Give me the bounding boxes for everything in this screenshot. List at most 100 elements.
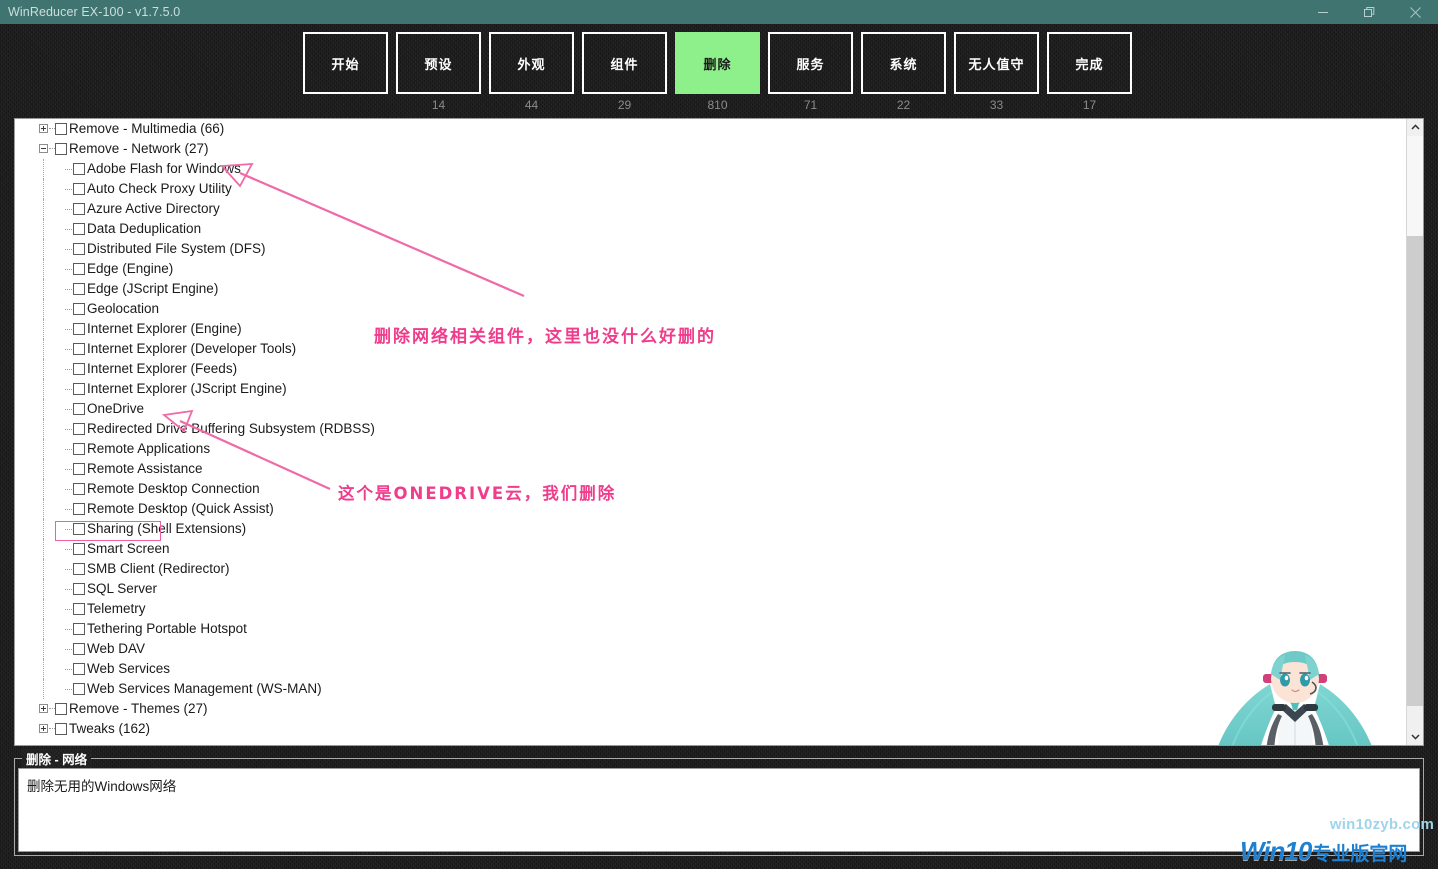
scrollbar-track-upper[interactable] [1407, 136, 1423, 236]
tree-row[interactable]: Adobe Flash for Windows [15, 159, 1408, 179]
tree-row[interactable]: Redirected Drive Buffering Subsystem (RD… [15, 419, 1408, 439]
tab-1[interactable]: 开始 [303, 32, 388, 94]
row-checkbox[interactable] [73, 523, 85, 535]
tree-connector [65, 589, 72, 591]
tree-row[interactable]: Smart Screen [15, 539, 1408, 559]
tree-connector [43, 539, 44, 559]
tree-connector [43, 339, 44, 359]
row-checkbox[interactable] [55, 143, 67, 155]
row-checkbox[interactable] [73, 363, 85, 375]
tab-3[interactable]: 外观 [489, 32, 574, 94]
row-label: Geolocation [15, 299, 159, 319]
row-checkbox[interactable] [73, 643, 85, 655]
row-checkbox[interactable] [73, 303, 85, 315]
tree-scroll-area[interactable]: Remove - Multimedia (66)Remove - Network… [15, 119, 1408, 745]
row-label: Internet Explorer (Feeds) [15, 359, 237, 379]
row-checkbox[interactable] [73, 483, 85, 495]
tree-row[interactable]: SMB Client (Redirector) [15, 559, 1408, 579]
row-label: Web Services Management (WS-MAN) [15, 679, 322, 699]
tree-row[interactable]: Internet Explorer (JScript Engine) [15, 379, 1408, 399]
row-checkbox[interactable] [73, 263, 85, 275]
row-checkbox[interactable] [73, 423, 85, 435]
description-textbox[interactable]: 删除无用的Windows网络 [18, 768, 1420, 852]
expand-icon[interactable] [39, 704, 48, 713]
tree-row[interactable]: Remote Desktop (Quick Assist) [15, 499, 1408, 519]
row-checkbox[interactable] [73, 183, 85, 195]
row-checkbox[interactable] [73, 563, 85, 575]
tree-row[interactable]: Data Deduplication [15, 219, 1408, 239]
tree-row[interactable]: Tweaks (162) [15, 719, 1408, 739]
row-checkbox[interactable] [73, 663, 85, 675]
tree-row[interactable]: Geolocation [15, 299, 1408, 319]
scrollbar-up-button[interactable] [1407, 119, 1423, 136]
tab-5[interactable]: 删除 [675, 32, 760, 94]
tree-row[interactable]: Web Services Management (WS-MAN) [15, 679, 1408, 699]
row-checkbox[interactable] [73, 403, 85, 415]
row-checkbox[interactable] [73, 343, 85, 355]
tree-row[interactable]: Web DAV [15, 639, 1408, 659]
tab-8[interactable]: 无人值守 [954, 32, 1039, 94]
tree-row[interactable]: Telemetry [15, 599, 1408, 619]
row-label: Edge (JScript Engine) [15, 279, 218, 299]
tree-vertical-scrollbar[interactable] [1406, 119, 1423, 745]
tree-row[interactable]: Web Services [15, 659, 1408, 679]
row-checkbox[interactable] [73, 243, 85, 255]
restore-icon [1363, 6, 1376, 19]
row-label: Internet Explorer (Developer Tools) [15, 339, 296, 359]
row-checkbox[interactable] [73, 503, 85, 515]
row-checkbox[interactable] [73, 283, 85, 295]
row-checkbox[interactable] [73, 463, 85, 475]
row-checkbox[interactable] [55, 123, 67, 135]
scrollbar-down-button[interactable] [1407, 728, 1423, 745]
tree-row[interactable]: Internet Explorer (Feeds) [15, 359, 1408, 379]
tree-row[interactable]: Remote Desktop Connection [15, 479, 1408, 499]
close-button[interactable] [1392, 0, 1438, 24]
tree-connector [43, 619, 44, 639]
tree-row[interactable]: Azure Active Directory [15, 199, 1408, 219]
tree-row[interactable]: SQL Server [15, 579, 1408, 599]
tree-row[interactable]: Edge (JScript Engine) [15, 279, 1408, 299]
tab-7[interactable]: 系统 [861, 32, 946, 94]
tree-row[interactable]: Remove - Network (27) [15, 139, 1408, 159]
tree-connector [65, 449, 72, 451]
row-checkbox[interactable] [73, 543, 85, 555]
tree-row[interactable]: OneDrive [15, 399, 1408, 419]
collapse-icon[interactable] [39, 144, 48, 153]
tree-row[interactable]: Remove - Multimedia (66) [15, 119, 1408, 139]
tree-row[interactable]: Remote Assistance [15, 459, 1408, 479]
row-label: SMB Client (Redirector) [15, 559, 230, 579]
tree-connector [65, 549, 72, 551]
row-checkbox[interactable] [73, 163, 85, 175]
tab-6[interactable]: 服务 [768, 32, 853, 94]
tab-4[interactable]: 组件 [582, 32, 667, 94]
tree-connector [43, 199, 44, 219]
tab-2[interactable]: 预设 [396, 32, 481, 94]
expand-icon[interactable] [39, 724, 48, 733]
row-checkbox[interactable] [73, 683, 85, 695]
row-checkbox[interactable] [55, 723, 67, 735]
tree-row[interactable]: Auto Check Proxy Utility [15, 179, 1408, 199]
row-checkbox[interactable] [73, 383, 85, 395]
tree-connector [43, 319, 44, 339]
row-checkbox[interactable] [55, 703, 67, 715]
tree-row[interactable]: Remove - Themes (27) [15, 699, 1408, 719]
row-checkbox[interactable] [73, 323, 85, 335]
row-checkbox[interactable] [73, 203, 85, 215]
row-checkbox[interactable] [73, 583, 85, 595]
tree-row[interactable]: Distributed File System (DFS) [15, 239, 1408, 259]
minimize-button[interactable] [1300, 0, 1346, 24]
tree-connector [43, 479, 44, 499]
tab-9[interactable]: 完成 [1047, 32, 1132, 94]
scrollbar-thumb[interactable] [1407, 236, 1423, 706]
row-checkbox[interactable] [73, 623, 85, 635]
row-checkbox[interactable] [73, 443, 85, 455]
row-checkbox[interactable] [73, 603, 85, 615]
restore-button[interactable] [1346, 0, 1392, 24]
tree-connector [65, 329, 72, 331]
row-checkbox[interactable] [73, 223, 85, 235]
tree-row[interactable]: Edge (Engine) [15, 259, 1408, 279]
tree-row[interactable]: Remote Applications [15, 439, 1408, 459]
expand-icon[interactable] [39, 124, 48, 133]
tree-row[interactable]: Tethering Portable Hotspot [15, 619, 1408, 639]
tree-row[interactable]: Sharing (Shell Extensions) [15, 519, 1408, 539]
